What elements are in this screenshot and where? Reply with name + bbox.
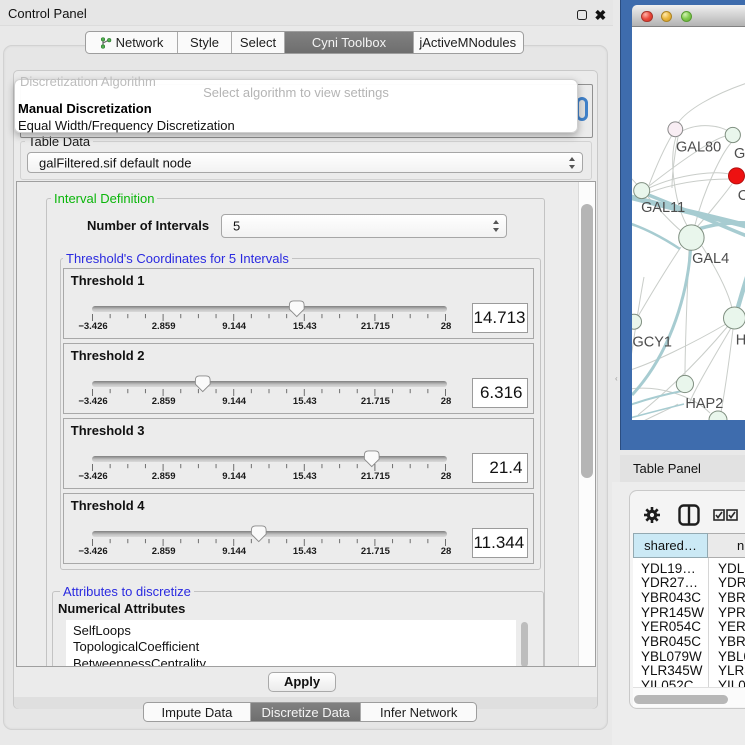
svg-text:H: H: [736, 332, 745, 348]
svg-text:GA: GA: [734, 146, 745, 162]
svg-text:C: C: [738, 188, 745, 204]
svg-text:GAL4: GAL4: [692, 251, 729, 267]
svg-text:GCY1: GCY1: [633, 334, 673, 350]
svg-text:GAL80: GAL80: [676, 140, 721, 156]
svg-text:HAP2: HAP2: [685, 396, 723, 412]
svg-text:GAL11: GAL11: [641, 200, 685, 216]
